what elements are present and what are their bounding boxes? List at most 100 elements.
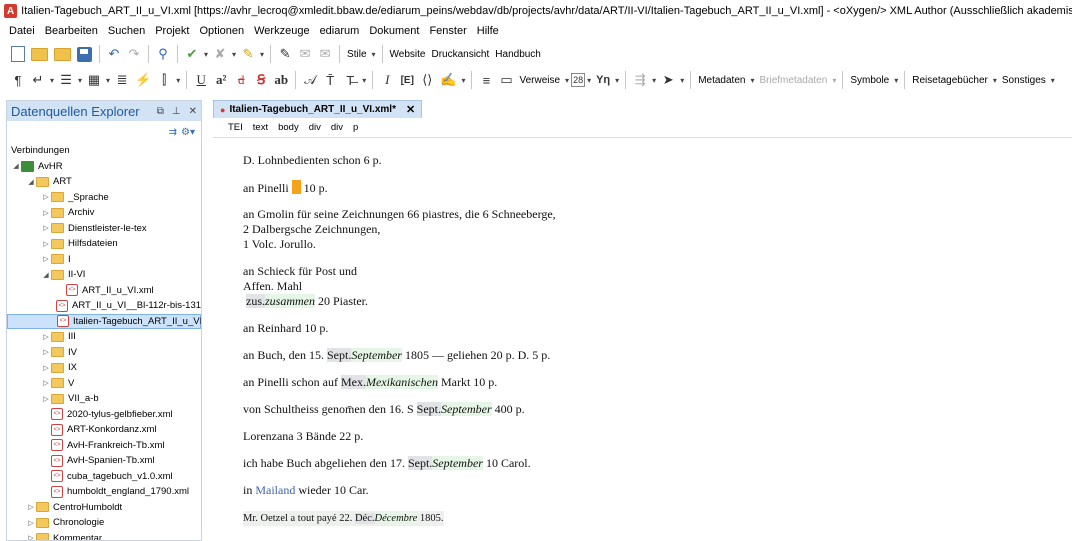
indent-icon[interactable]: ⇶ (630, 69, 650, 91)
menu-fenster[interactable]: Fenster (424, 25, 471, 37)
breadcrumb-tei[interactable]: TEI (223, 122, 248, 133)
tree-item[interactable]: <> 2020-tylus-gelbfieber.xml (7, 407, 201, 423)
menu-projekt[interactable]: Projekt (150, 25, 194, 37)
expansion[interactable]: Décembre (374, 513, 418, 524)
tree-item[interactable]: <> AvH-Frankreich-Tb.xml (7, 438, 201, 454)
collapsed-arrow-icon[interactable]: ▷ (26, 534, 36, 540)
hand-note-icon[interactable]: 𝒜 (300, 69, 320, 91)
expansion[interactable]: September (432, 456, 483, 470)
comment-icon[interactable]: ✉ (295, 43, 315, 65)
tree-item[interactable]: ▷ IX (7, 360, 201, 376)
italic-button[interactable]: I (377, 69, 397, 91)
abbreviation[interactable]: Sept. (326, 348, 352, 362)
chevron-down-icon[interactable]: ▾ (48, 76, 56, 85)
tree-item[interactable]: <> ART_II_u_VI__Bl-112r-bis-131r (7, 298, 201, 314)
chevron-down-icon[interactable]: ▾ (258, 50, 266, 59)
menu-suchen[interactable]: Suchen (103, 25, 150, 37)
signature-icon[interactable]: ✍ (437, 69, 459, 91)
collapsed-arrow-icon[interactable]: ▷ (41, 348, 51, 356)
clear-validation-icon[interactable]: ✘ (210, 43, 230, 65)
validate-check-icon[interactable]: ✔ (182, 43, 202, 65)
editorial-tag-button[interactable]: [E] (397, 69, 417, 91)
expanded-arrow-icon[interactable]: ◢ (26, 178, 36, 186)
breadcrumb-div[interactable]: div (304, 122, 326, 133)
breadcrumb-text[interactable]: text (248, 122, 273, 133)
expanded-arrow-icon[interactable]: ◢ (11, 162, 21, 170)
redo-icon[interactable]: ↷ (124, 43, 144, 65)
open-folder-icon[interactable] (28, 43, 51, 65)
yn-button[interactable]: Yη (593, 69, 613, 91)
menu-hilfe[interactable]: Hilfe (472, 25, 504, 37)
deletion-button[interactable]: d (231, 69, 251, 91)
line-break-icon[interactable]: ↵ (28, 69, 48, 91)
chevron-down-icon[interactable]: ▾ (230, 50, 238, 59)
abbreviation[interactable]: Mex. (340, 375, 366, 389)
menu-bearbeiten[interactable]: Bearbeiten (40, 25, 103, 37)
breadcrumb-body[interactable]: body (273, 122, 304, 133)
metadata-dropdown[interactable]: Metadaten (695, 75, 748, 86)
restore-icon[interactable]: ⧉ (153, 106, 168, 117)
list-icon[interactable]: ☰ (56, 69, 76, 91)
abbreviation[interactable]: zus. (246, 294, 265, 308)
document-content[interactable]: D. Lohnbedienten schon 6 p. an Pinelli 1… (243, 138, 1043, 541)
website-button[interactable]: Website (387, 49, 429, 60)
styles-dropdown[interactable]: Stile (344, 49, 369, 60)
save-icon[interactable] (74, 43, 95, 65)
open-url-icon[interactable] (51, 43, 74, 65)
pilcrow-icon[interactable]: ¶ (8, 69, 28, 91)
tree-item[interactable]: <> AvH-Spanien-Tb.xml (7, 453, 201, 469)
comment-edit-icon[interactable]: ✉ (315, 43, 335, 65)
spellcheck-icon[interactable]: ✎ (238, 43, 258, 65)
manual-button[interactable]: Handbuch (492, 49, 544, 60)
column-icon[interactable]: ⫿ (154, 69, 174, 91)
strikethrough-icon[interactable]: T̶ (340, 69, 360, 91)
chevron-down-icon[interactable]: ▾ (563, 76, 571, 85)
underline-button[interactable]: U (191, 69, 211, 91)
breadcrumb-p[interactable]: p (348, 122, 363, 133)
tree-item[interactable]: <> ART_II_u_VI.xml (7, 283, 201, 299)
unclear-icon[interactable]: ⟨⟩ (417, 69, 437, 91)
chevron-down-icon[interactable]: ▾ (613, 76, 621, 85)
superscript-button[interactable]: a² (211, 69, 231, 91)
expansion[interactable]: September (351, 348, 402, 362)
tree-item[interactable]: <> cuba_tagebuch_v1.0.xml (7, 469, 201, 485)
reference-icon[interactable]: ▭ (496, 69, 516, 91)
calendar-icon[interactable]: 28 (571, 73, 586, 87)
addition-icon[interactable]: Ꞩ (251, 69, 271, 91)
misc-dropdown[interactable]: Sonstiges (999, 75, 1049, 86)
annotation-marker[interactable] (291, 180, 301, 194)
gear-icon[interactable]: ⚙▾ (181, 127, 195, 138)
letter-metadata-dropdown[interactable]: Briefmetadaten (756, 75, 830, 86)
chevron-down-icon[interactable]: ▾ (678, 76, 686, 85)
text-align-icon[interactable]: ≣ (112, 69, 132, 91)
tree-item[interactable]: ▷ _Sprache (7, 190, 201, 206)
collapsed-arrow-icon[interactable]: ▷ (41, 333, 51, 341)
collapsed-arrow-icon[interactable]: ▷ (41, 193, 51, 201)
close-tab-icon[interactable]: ✕ (406, 103, 415, 116)
chevron-down-icon[interactable]: ▾ (1049, 76, 1057, 85)
close-icon[interactable]: ✕ (185, 106, 201, 117)
collapsed-arrow-icon[interactable]: ▷ (26, 519, 36, 527)
collapsed-arrow-icon[interactable]: ▷ (41, 379, 51, 387)
collapsed-arrow-icon[interactable]: ▷ (41, 364, 51, 372)
expansion[interactable]: zusammen (265, 294, 315, 308)
tree-item[interactable]: ▷ Kommentar (7, 531, 201, 540)
chevron-down-icon[interactable]: ▾ (991, 76, 999, 85)
menu-dokument[interactable]: Dokument (364, 25, 424, 37)
tree-item[interactable]: ▷ III (7, 329, 201, 345)
collapsed-arrow-icon[interactable]: ▷ (41, 395, 51, 403)
chevron-down-icon[interactable]: ▾ (370, 50, 378, 59)
collapsed-arrow-icon[interactable]: ▷ (26, 503, 36, 511)
overline-icon[interactable]: T̄ (320, 69, 340, 91)
collapsed-arrow-icon[interactable]: ▷ (41, 240, 51, 248)
tag-icon[interactable]: ➤ (658, 69, 678, 91)
collapsed-arrow-icon[interactable]: ▷ (41, 255, 51, 263)
note-icon[interactable]: ≡ (476, 69, 496, 91)
undo-icon[interactable]: ↶ (104, 43, 124, 65)
tree-item[interactable]: ▷ IV (7, 345, 201, 361)
place-name[interactable]: Mailand (255, 483, 295, 497)
pin-icon[interactable]: ⊥ (168, 106, 185, 117)
tree-item[interactable]: ▷ Dienstleister-le-tex (7, 221, 201, 237)
link-with-editor-icon[interactable]: ⇉ (169, 127, 177, 138)
chevron-down-icon[interactable]: ▾ (830, 76, 838, 85)
